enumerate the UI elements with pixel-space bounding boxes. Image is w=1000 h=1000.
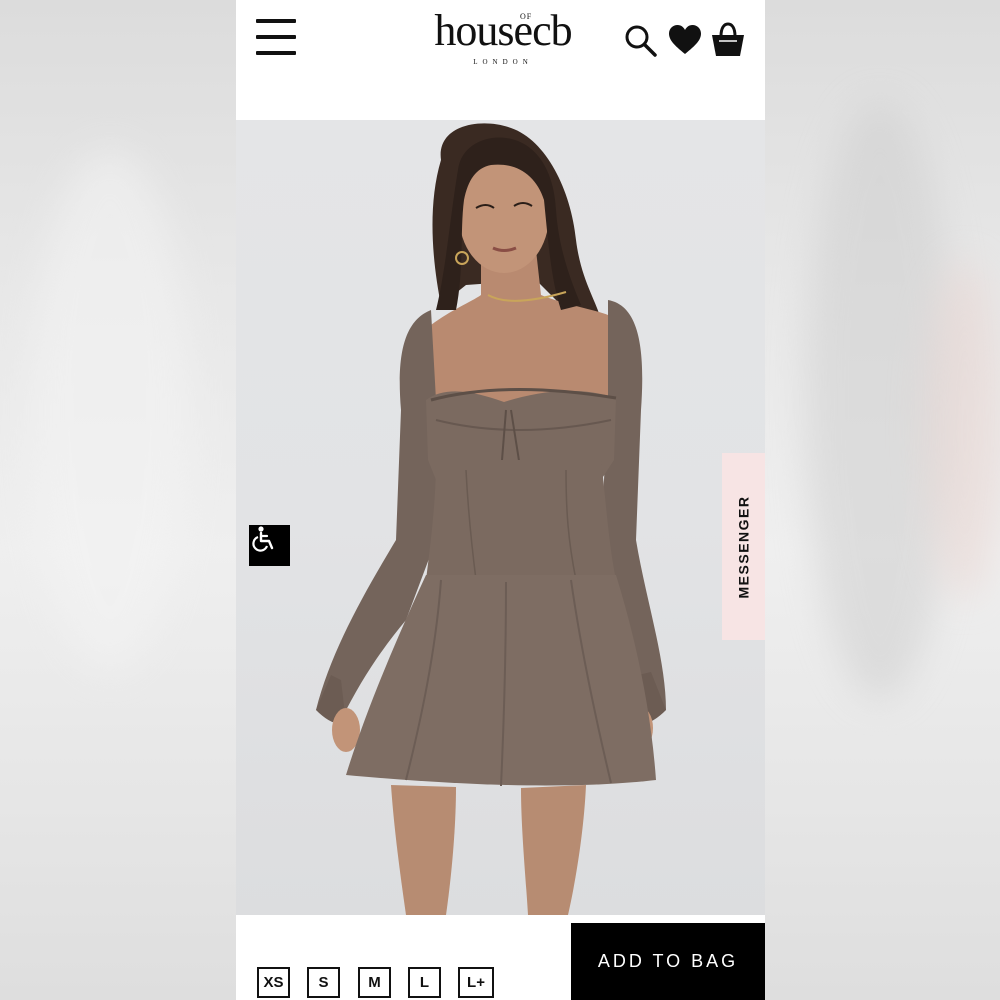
brand-main: house — [434, 6, 533, 55]
right-backdrop — [765, 0, 1000, 1000]
accessibility-button[interactable] — [249, 525, 290, 566]
size-option-l[interactable]: L — [408, 967, 441, 998]
messenger-tab[interactable]: MESSENGER — [722, 453, 765, 640]
site-header: housecb OF LONDON — [236, 0, 765, 120]
brand-of: OF — [519, 12, 534, 21]
size-option-m[interactable]: M — [358, 967, 391, 998]
mobile-page: housecb OF LONDON MESSENGER XS S M L L+ … — [236, 0, 765, 1000]
messenger-label: MESSENGER — [735, 495, 752, 598]
menu-icon[interactable] — [256, 19, 296, 55]
size-option-s[interactable]: S — [307, 967, 340, 998]
purchase-bar: XS S M L L+ ADD TO BAG — [236, 915, 765, 1000]
brand-logo[interactable]: housecb OF LONDON — [408, 8, 598, 72]
search-icon[interactable] — [624, 24, 658, 58]
product-image[interactable]: MESSENGER — [236, 120, 765, 915]
brand-tail: cb — [532, 6, 573, 55]
heart-icon[interactable] — [668, 24, 702, 56]
brand-sub: LONDON — [473, 58, 533, 66]
left-backdrop — [0, 0, 236, 1000]
model-illustration — [316, 123, 666, 915]
size-option-xs[interactable]: XS — [257, 967, 290, 998]
add-to-bag-button[interactable]: ADD TO BAG — [571, 923, 765, 1000]
wheelchair-icon — [252, 526, 274, 552]
bag-icon[interactable] — [710, 22, 746, 58]
size-option-l-plus[interactable]: L+ — [458, 967, 494, 998]
